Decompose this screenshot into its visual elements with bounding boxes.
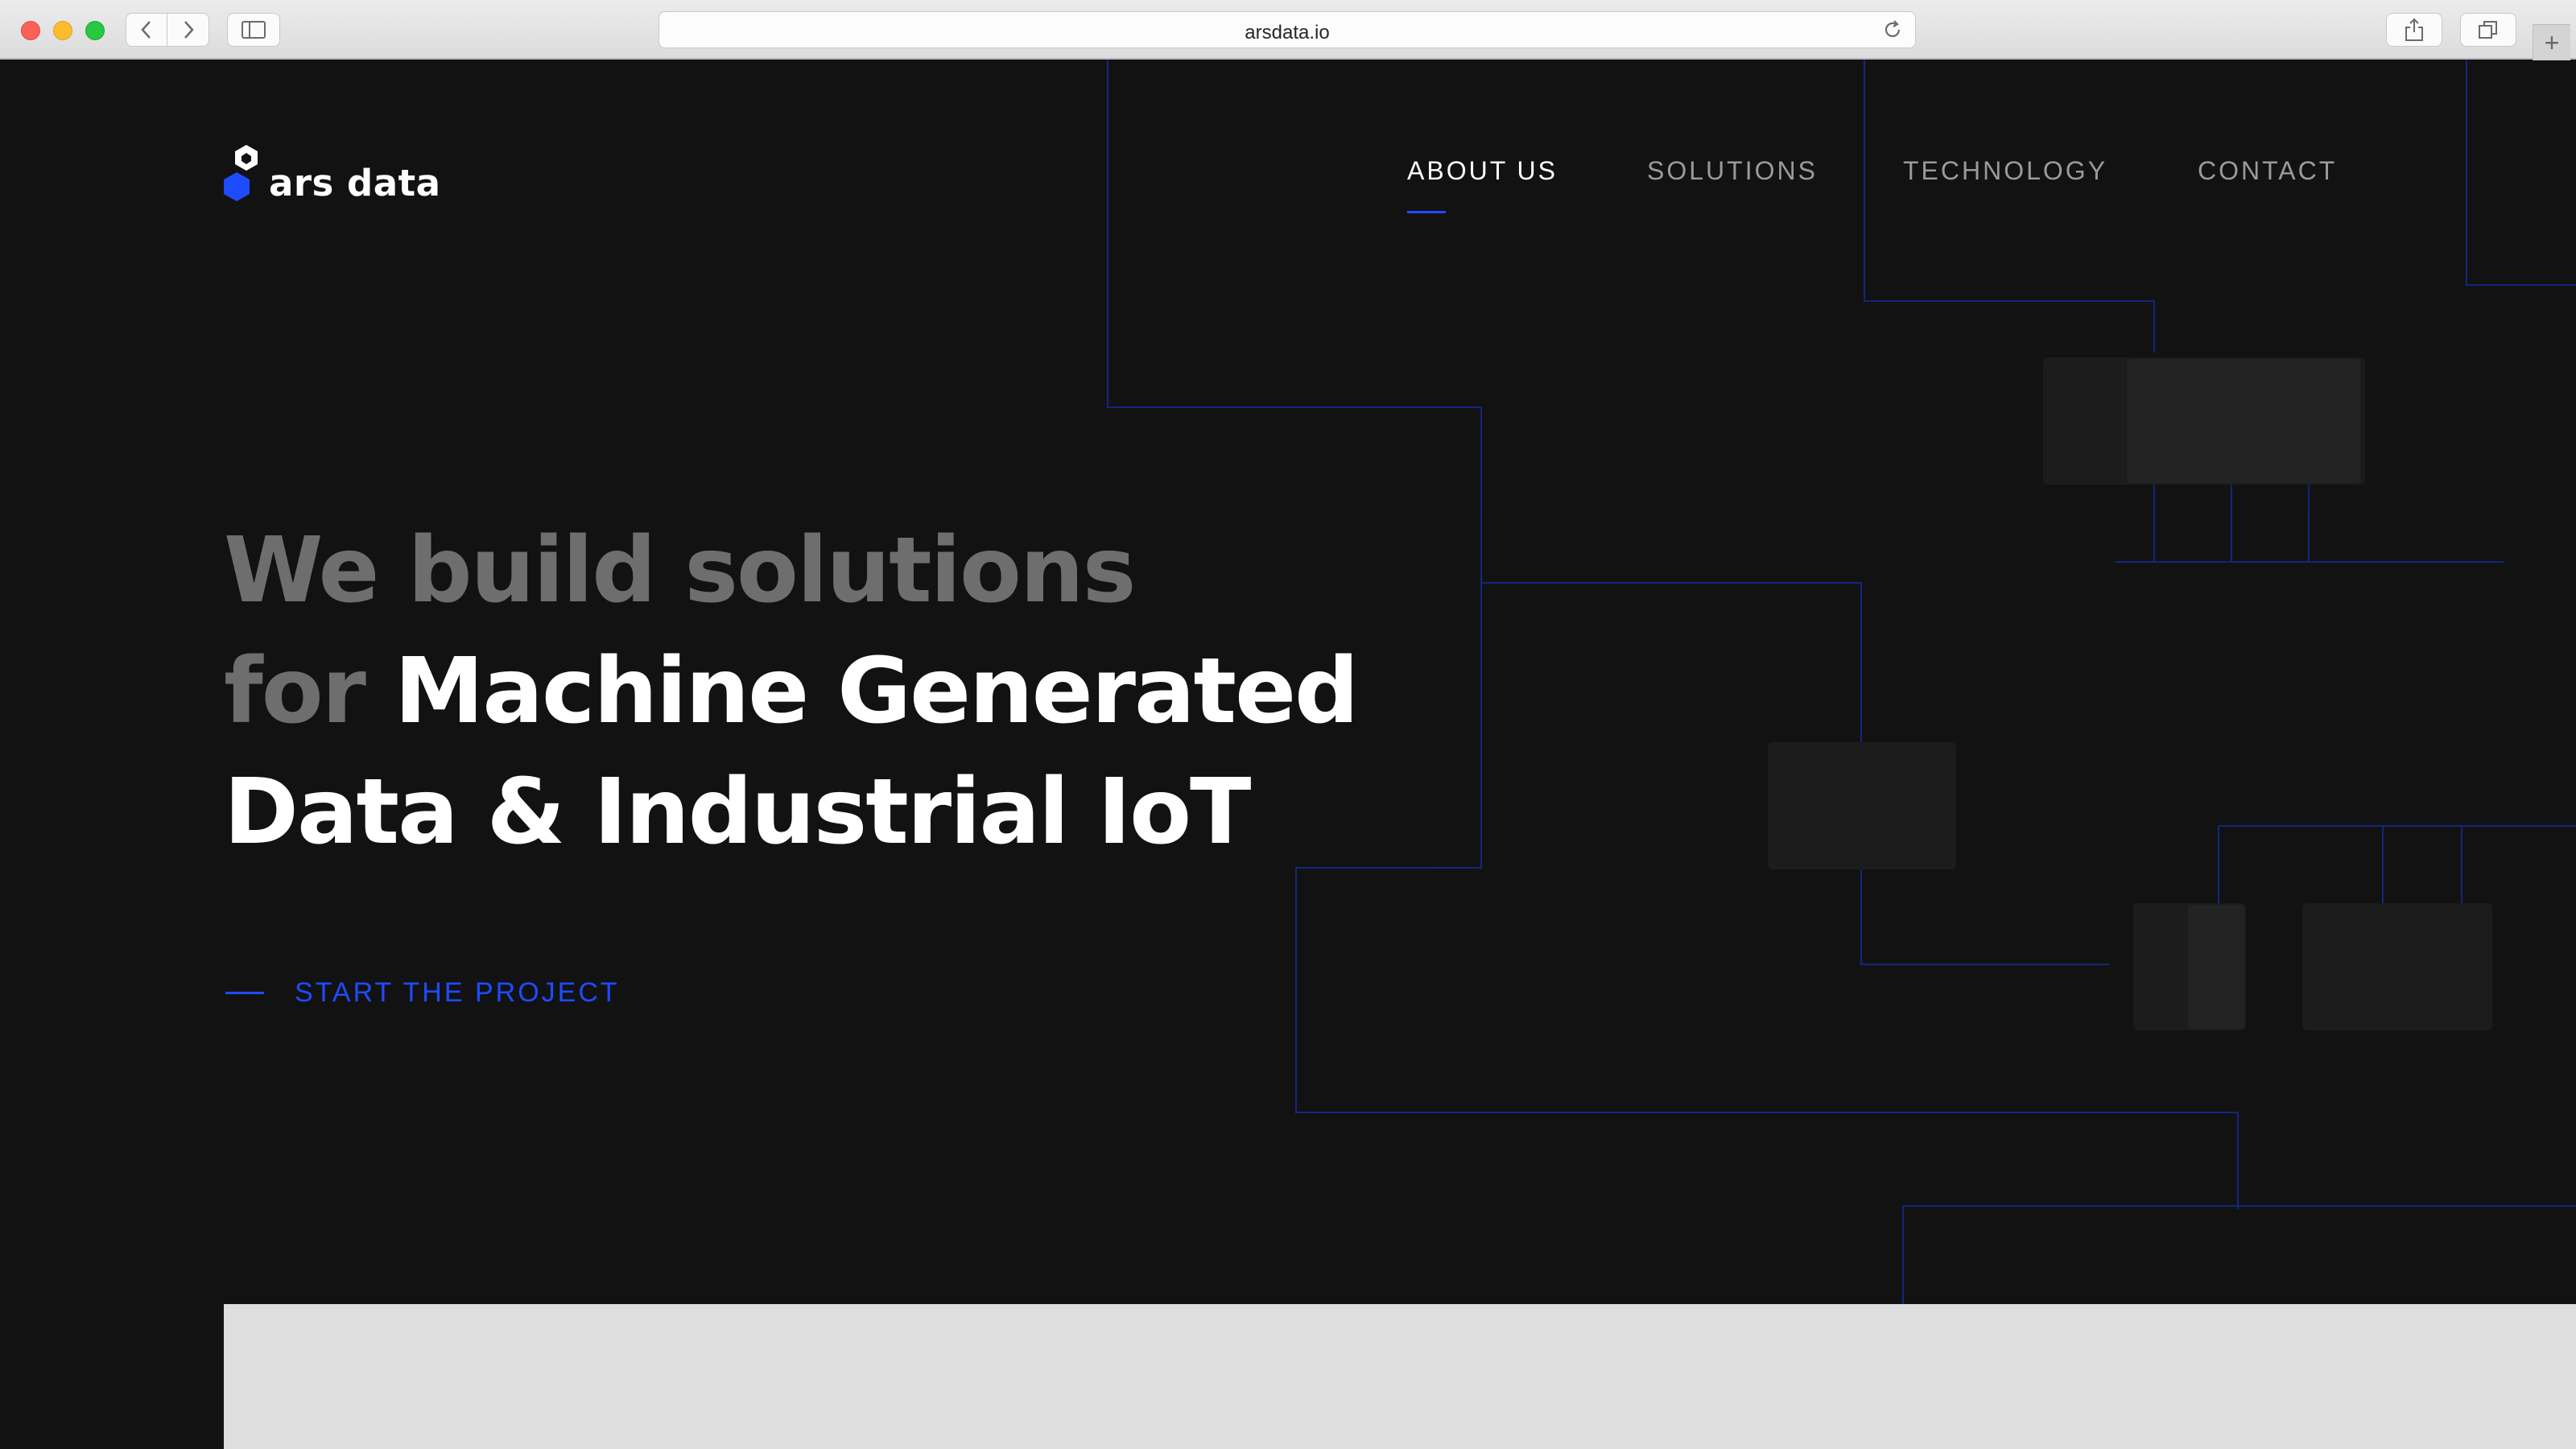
nav-about-us[interactable]: ABOUT US: [1407, 156, 1558, 186]
new-tab-button[interactable]: +: [2533, 24, 2570, 60]
forward-button[interactable]: [167, 13, 209, 47]
nav-contact[interactable]: CONTACT: [2198, 156, 2337, 186]
nav-technology[interactable]: TECHNOLOGY: [1903, 156, 2107, 186]
chevron-right-icon: [184, 21, 194, 39]
minimize-window-icon[interactable]: [53, 21, 72, 40]
active-nav-indicator: [1407, 211, 1446, 213]
hero-line-2-bright: Machine Generated: [394, 639, 1359, 744]
brand-logo[interactable]: ars data: [222, 143, 440, 208]
brand-name: ars data: [269, 162, 441, 204]
hero-line-2: for Machine Generated: [224, 631, 1359, 752]
start-project-link[interactable]: START THE PROJECT: [225, 977, 620, 1009]
chevron-left-icon: [141, 21, 151, 39]
cta-dash: [225, 992, 264, 994]
cta-label: START THE PROJECT: [295, 977, 620, 1008]
page-viewport: ars data ABOUT US SOLUTIONS TECHNOLOGY C…: [0, 60, 2576, 1449]
nav-solutions[interactable]: SOLUTIONS: [1647, 156, 1818, 186]
url-text: arsdata.io: [1245, 22, 1330, 43]
hexagon-logo-icon: [224, 145, 258, 201]
close-window-icon[interactable]: [21, 21, 40, 40]
share-button[interactable]: [2386, 13, 2442, 47]
reload-icon[interactable]: [1881, 19, 1904, 41]
zoom-window-icon[interactable]: [85, 21, 105, 40]
tab-overview-button[interactable]: [2460, 13, 2516, 47]
back-button[interactable]: [126, 13, 167, 47]
next-section-panel: [224, 1304, 2576, 1449]
hero-line-3: Data & Industrial IoT: [224, 760, 1251, 865]
hero-line-2-muted: for: [224, 639, 366, 744]
share-icon: [2405, 18, 2423, 41]
hero-headline: We build solutions for Machine Generated…: [224, 510, 1359, 873]
hero-line-1: We build solutions: [224, 518, 1136, 623]
browser-toolbar: arsdata.io +: [0, 0, 2576, 60]
address-bar[interactable]: arsdata.io: [658, 11, 1916, 48]
sidebar-toggle-button[interactable]: [227, 13, 280, 47]
tabs-icon: [2479, 21, 2497, 39]
sidebar-icon: [242, 21, 266, 39]
